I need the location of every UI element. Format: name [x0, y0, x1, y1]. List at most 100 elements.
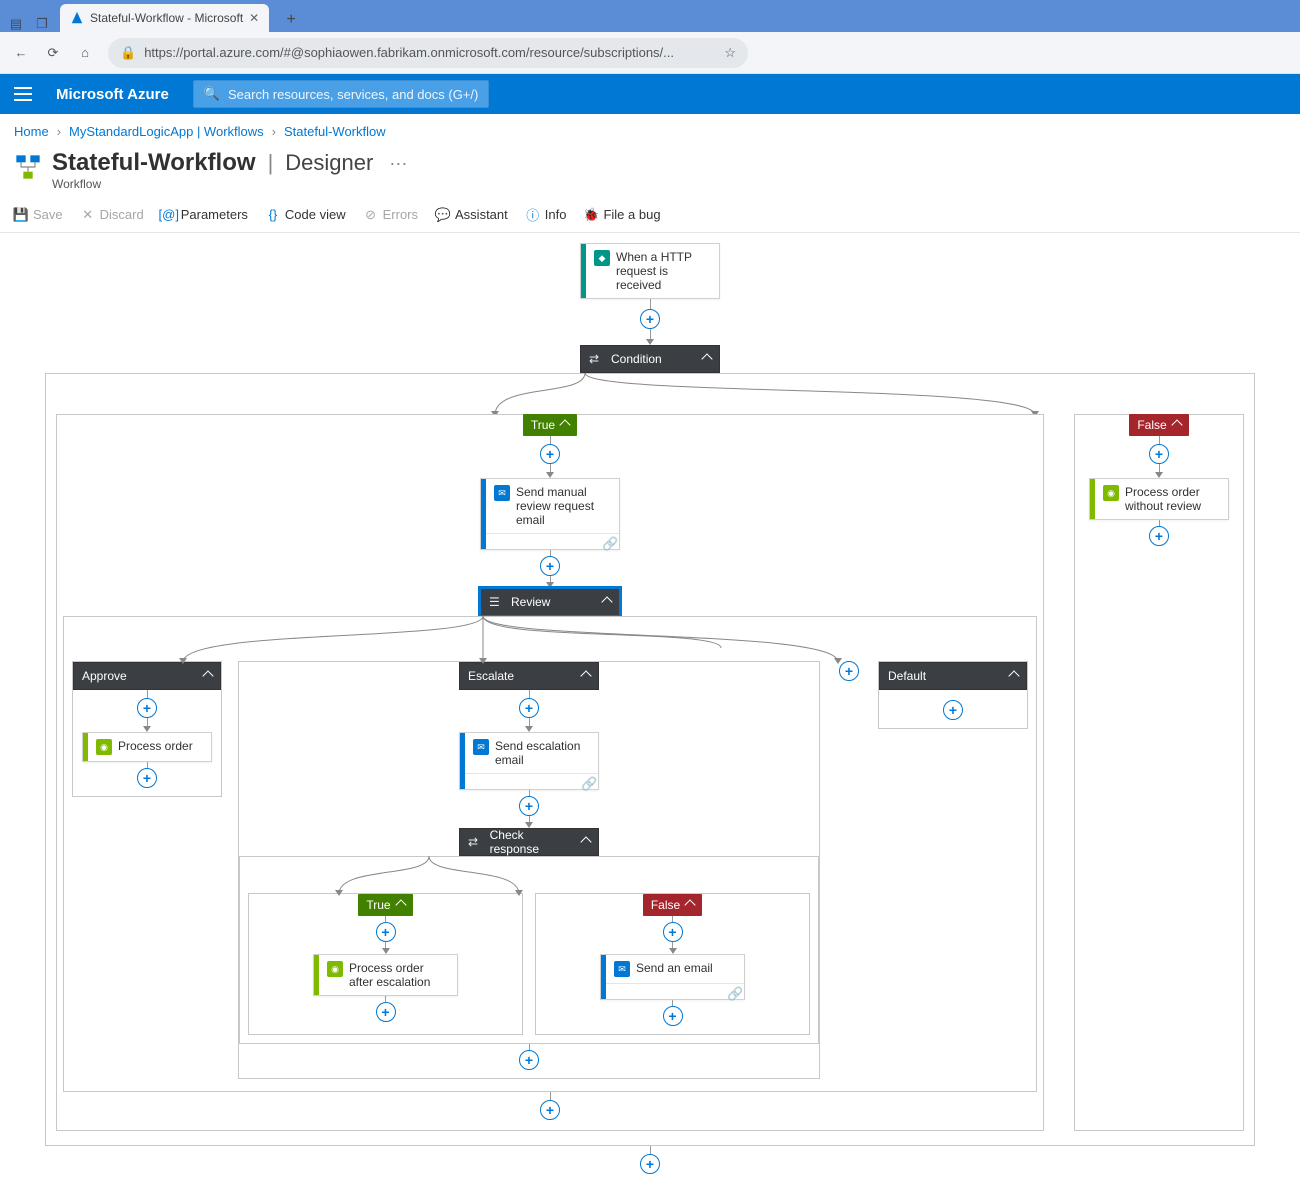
- parameters-button[interactable]: [@]Parameters: [162, 207, 248, 222]
- link-icon: 🔗: [727, 986, 738, 997]
- review-container: Approve +: [63, 616, 1037, 1092]
- parameters-icon: [@]: [162, 208, 176, 222]
- chevron-up-icon[interactable]: [703, 352, 711, 366]
- azure-brand[interactable]: Microsoft Azure: [56, 86, 169, 103]
- check-response-container: True +: [239, 856, 819, 1044]
- node-label: Process order: [118, 739, 193, 753]
- favorite-icon[interactable]: ☆: [724, 45, 736, 61]
- assistant-button[interactable]: 💬Assistant: [436, 207, 508, 222]
- hamburger-menu-icon[interactable]: [14, 87, 32, 101]
- escalate-case: Escalate +: [238, 661, 820, 1079]
- code-view-button[interactable]: {}Code view: [266, 207, 346, 222]
- chevron-up-icon[interactable]: [582, 669, 590, 683]
- switch-icon: ☰: [489, 595, 503, 609]
- chevron-up-icon[interactable]: [204, 669, 212, 683]
- add-case-button[interactable]: +: [839, 661, 859, 681]
- true-pill[interactable]: True: [358, 894, 412, 916]
- search-placeholder: Search resources, services, and docs (G+…: [228, 87, 478, 102]
- add-step-button[interactable]: +: [540, 556, 560, 576]
- process-no-review-node[interactable]: ◉ Process order without review: [1089, 478, 1229, 520]
- browser-tab[interactable]: Stateful-Workflow - Microsoft ✕: [60, 4, 269, 32]
- add-step-button[interactable]: +: [519, 698, 539, 718]
- chevron-up-icon[interactable]: [397, 898, 405, 912]
- node-label: Condition: [611, 352, 662, 366]
- process-order-node[interactable]: ◉ Process order: [82, 732, 212, 762]
- back-icon[interactable]: ←: [12, 44, 30, 62]
- approve-header[interactable]: Approve: [73, 662, 221, 690]
- send-an-email-node[interactable]: ✉ Send an email 🔗: [600, 954, 745, 1000]
- search-input[interactable]: 🔍 Search resources, services, and docs (…: [193, 80, 490, 108]
- false-pill[interactable]: False: [643, 894, 702, 916]
- page-title: Stateful-Workflow: [52, 149, 256, 177]
- resource-type: Workflow: [52, 177, 413, 191]
- breadcrumb-workflow[interactable]: Stateful-Workflow: [284, 124, 386, 139]
- review-node[interactable]: ☰ Review: [480, 588, 620, 616]
- false-pill[interactable]: False: [1129, 414, 1188, 436]
- approve-case: Approve +: [72, 661, 222, 797]
- outlook-icon: ✉: [494, 485, 510, 501]
- add-step-button[interactable]: +: [540, 444, 560, 464]
- process-after-escalation-node[interactable]: ◉ Process order after escalation: [313, 954, 458, 996]
- tabs-overview-icon[interactable]: ❐: [34, 16, 50, 32]
- discard-icon: ✕: [81, 208, 95, 222]
- add-step-button[interactable]: +: [1149, 444, 1169, 464]
- add-step-button[interactable]: +: [663, 922, 683, 942]
- home-icon[interactable]: ⌂: [76, 44, 94, 62]
- trigger-node[interactable]: ◆ When a HTTP request is received: [580, 243, 720, 299]
- errors-button[interactable]: ⊘Errors: [364, 207, 418, 222]
- add-step-button[interactable]: +: [376, 922, 396, 942]
- close-tab-icon[interactable]: ✕: [249, 11, 259, 25]
- breadcrumb-home[interactable]: Home: [14, 124, 49, 139]
- chevron-right-icon: ›: [57, 124, 61, 139]
- check-response-node[interactable]: ⇄ Check response: [459, 828, 599, 856]
- chevron-up-icon[interactable]: [603, 595, 611, 609]
- add-step-button[interactable]: +: [943, 700, 963, 720]
- add-step-button[interactable]: +: [640, 309, 660, 329]
- chevron-up-icon[interactable]: [582, 835, 590, 849]
- chevron-up-icon[interactable]: [561, 418, 569, 432]
- errors-icon: ⊘: [364, 208, 378, 222]
- node-label: When a HTTP request is received: [616, 250, 711, 292]
- add-step-button[interactable]: +: [663, 1006, 683, 1026]
- add-step-button[interactable]: +: [376, 1002, 396, 1022]
- page-header: Stateful-Workflow | Designer ⋯ Workflow: [0, 149, 1300, 197]
- chevron-up-icon[interactable]: [1010, 669, 1018, 683]
- send-escalation-node[interactable]: ✉ Send escalation email 🔗: [459, 732, 599, 790]
- check-false-branch: False +: [535, 893, 810, 1035]
- check-true-branch: True +: [248, 893, 523, 1035]
- file-bug-button[interactable]: 🐞File a bug: [584, 207, 660, 222]
- true-pill[interactable]: True: [523, 414, 577, 436]
- add-step-button[interactable]: +: [137, 768, 157, 788]
- add-step-button[interactable]: +: [519, 1050, 539, 1070]
- false-branch: False + ◉ Process order without review: [1074, 414, 1244, 1131]
- chevron-up-icon[interactable]: [686, 898, 694, 912]
- add-step-button[interactable]: +: [1149, 526, 1169, 546]
- add-step-button[interactable]: +: [519, 796, 539, 816]
- info-button[interactable]: ⓘInfo: [526, 207, 567, 222]
- add-step-button[interactable]: +: [540, 1100, 560, 1120]
- node-label: Send manual review request email: [516, 485, 611, 527]
- designer-canvas[interactable]: ◆ When a HTTP request is received + ⇄ Co…: [0, 233, 1300, 1204]
- chat-icon: 💬: [436, 208, 450, 222]
- add-step-button[interactable]: +: [640, 1154, 660, 1174]
- refresh-icon[interactable]: ⟳: [44, 44, 62, 62]
- escalate-header[interactable]: Escalate: [459, 662, 599, 690]
- save-button[interactable]: 💾Save: [14, 207, 63, 222]
- add-step-button[interactable]: +: [137, 698, 157, 718]
- inline-code-icon: ◉: [96, 739, 112, 755]
- default-header[interactable]: Default: [879, 662, 1027, 690]
- url-bar[interactable]: 🔒 https://portal.azure.com/#@sophiaowen.…: [108, 38, 748, 68]
- more-actions-icon[interactable]: ⋯: [383, 154, 413, 175]
- node-label: Check response: [490, 828, 574, 856]
- breadcrumb-app[interactable]: MyStandardLogicApp | Workflows: [69, 124, 264, 139]
- azure-header: Microsoft Azure 🔍 Search resources, serv…: [0, 74, 1300, 114]
- discard-button[interactable]: ✕Discard: [81, 207, 144, 222]
- designer-toolbar: 💾Save ✕Discard [@]Parameters {}Code view…: [0, 197, 1300, 233]
- condition-node[interactable]: ⇄ Condition: [580, 345, 720, 373]
- condition-container: True + ✉ Send manual review: [45, 373, 1255, 1146]
- send-manual-review-node[interactable]: ✉ Send manual review request email 🔗: [480, 478, 620, 550]
- chevron-up-icon[interactable]: [1173, 418, 1181, 432]
- sidebar-toggle-icon[interactable]: ▤: [8, 16, 24, 32]
- new-tab-button[interactable]: +: [279, 8, 303, 32]
- node-label: Process order after escalation: [349, 961, 449, 989]
